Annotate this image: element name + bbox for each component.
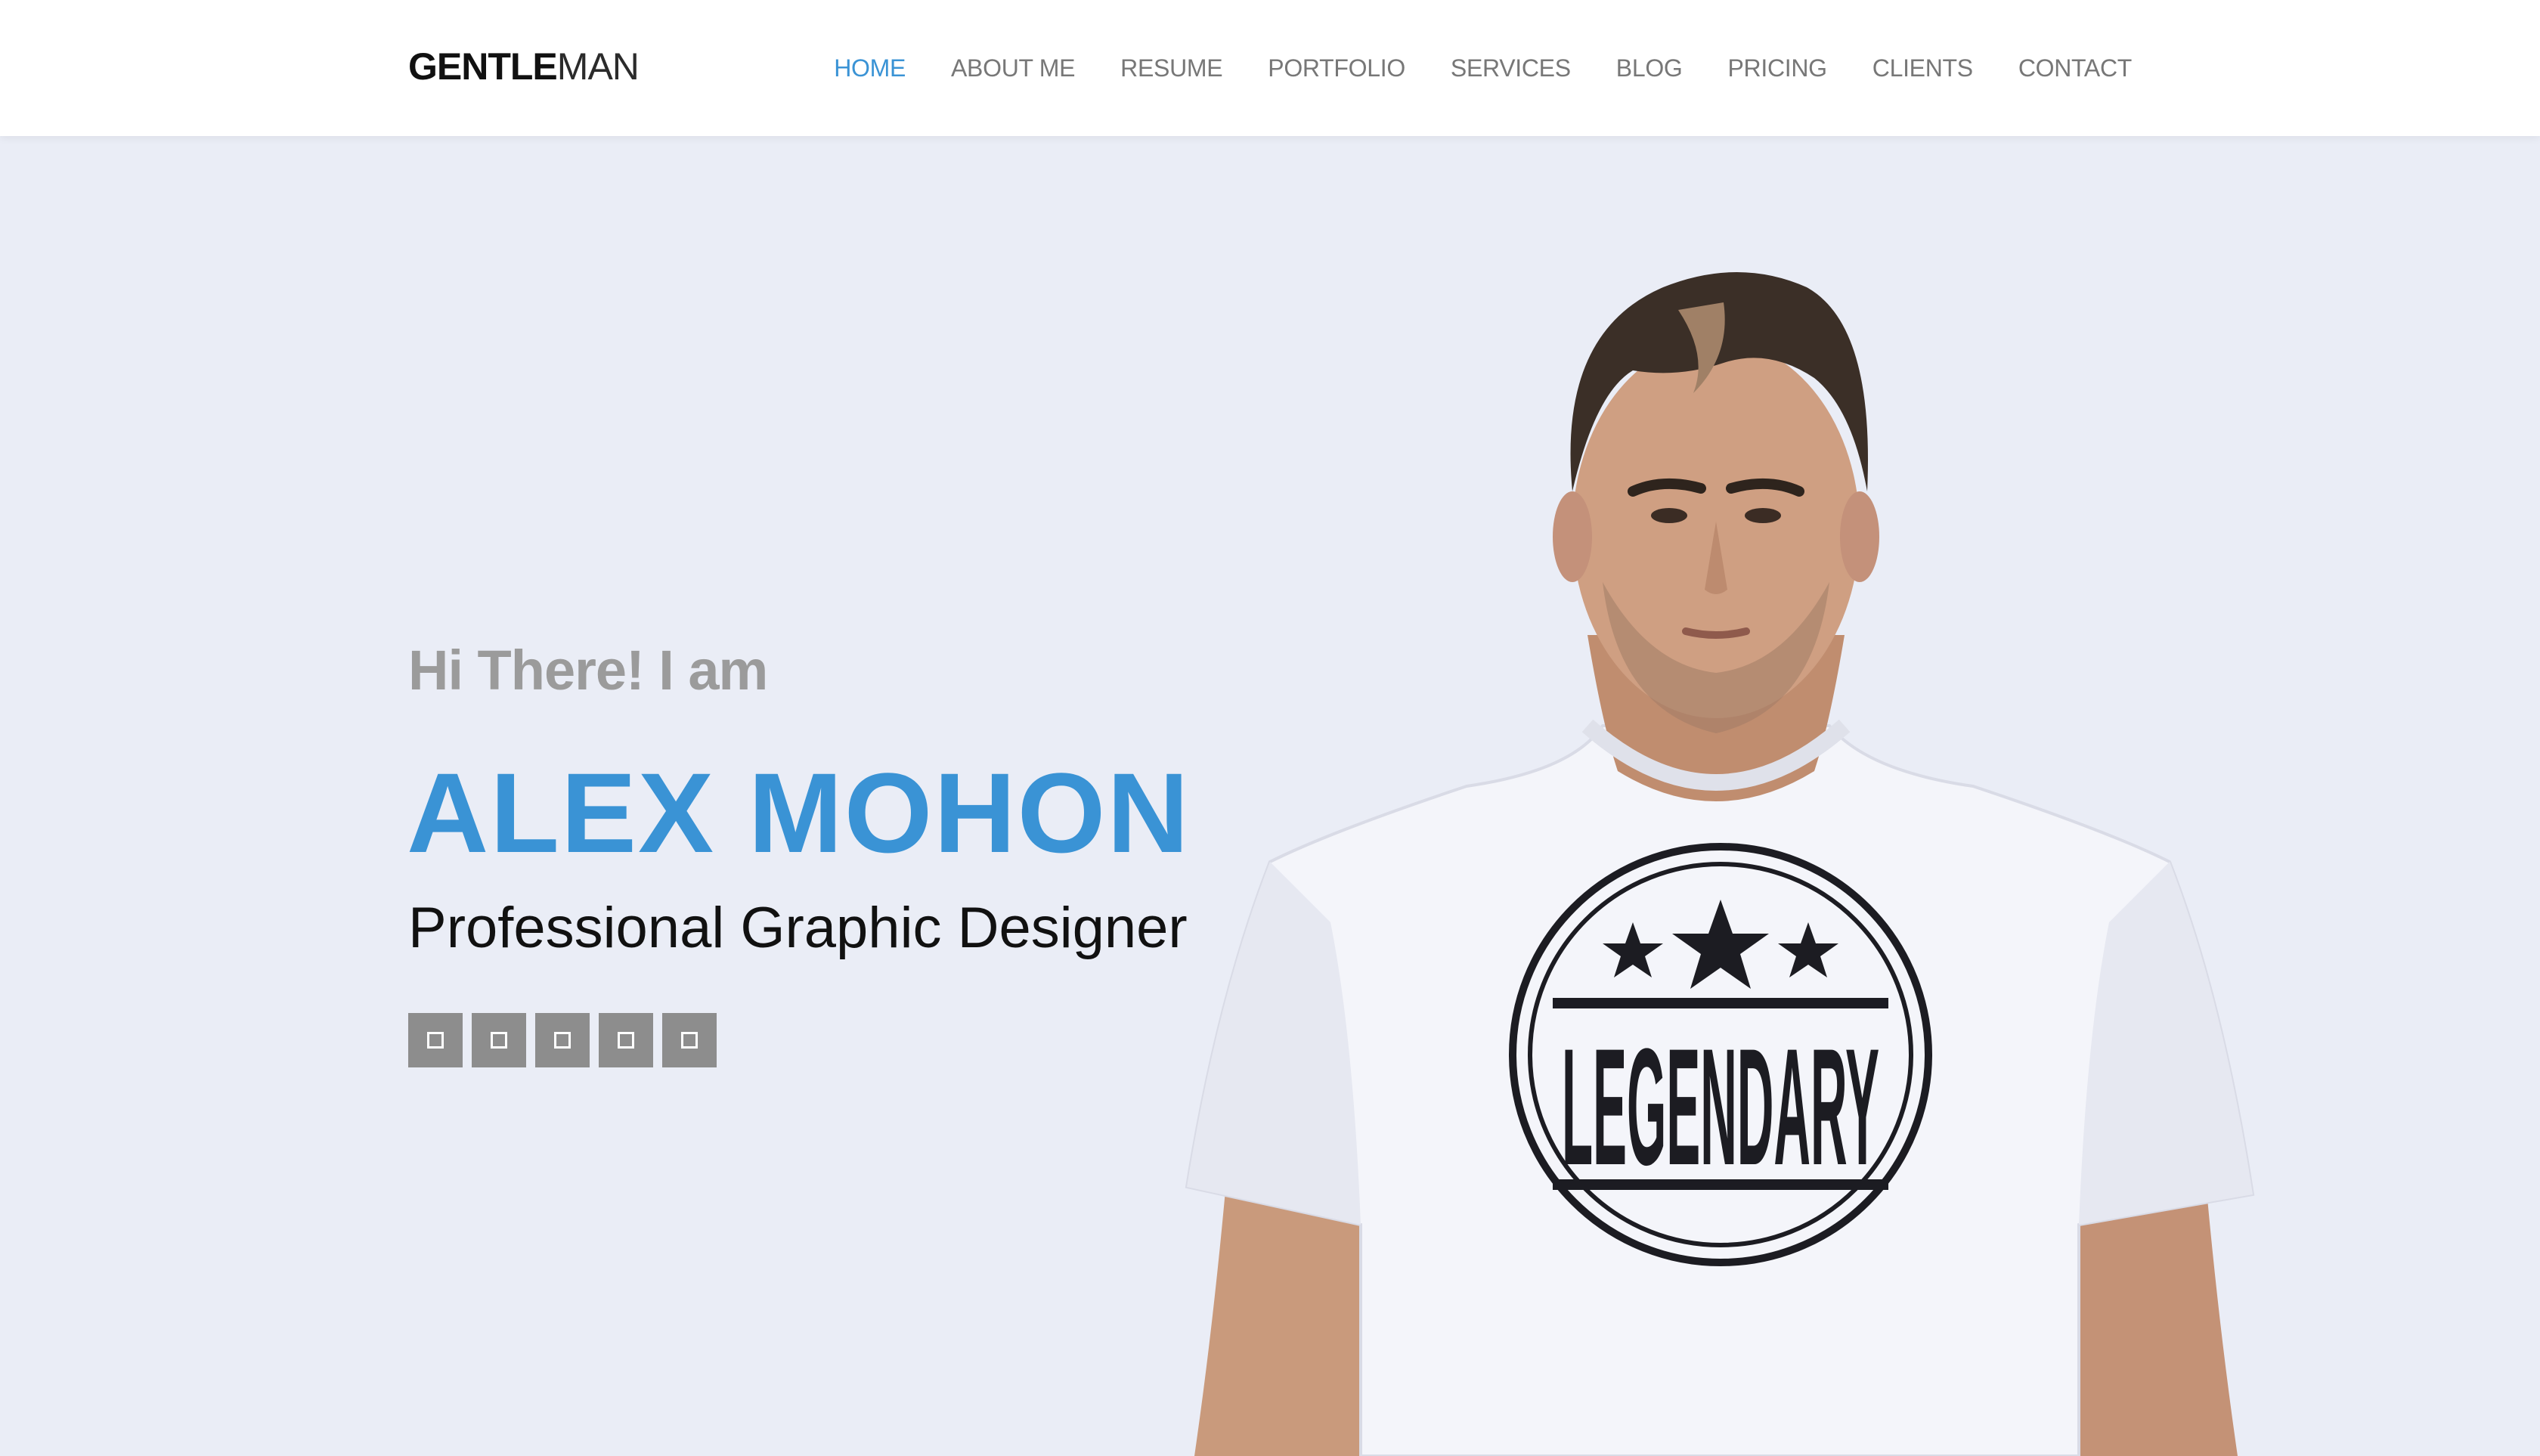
nav-item-resume[interactable]: RESUME: [1120, 51, 1222, 85]
social-links: [408, 1013, 717, 1067]
social-icon-5[interactable]: [662, 1013, 717, 1067]
nav-item-home[interactable]: HOME: [834, 51, 906, 85]
nav-item-contact[interactable]: CONTACT: [2018, 51, 2132, 85]
nav-item-portfolio[interactable]: PORTFOLIO: [1268, 51, 1405, 85]
site-logo[interactable]: GENTLEMAN: [408, 44, 640, 89]
nav-item-pricing[interactable]: PRICING: [1728, 51, 1828, 85]
nav-item-clients[interactable]: CLIENTS: [1872, 51, 1973, 85]
nav-item-blog[interactable]: BLOG: [1616, 51, 1683, 85]
main-nav: HOME ABOUT ME RESUME PORTFOLIO SERVICES …: [834, 51, 2132, 85]
social-icon-4[interactable]: [599, 1013, 653, 1067]
nav-item-about-me[interactable]: ABOUT ME: [951, 51, 1075, 85]
hero-name: ALEX MOHON: [407, 749, 1191, 876]
social-icon-1[interactable]: [408, 1013, 463, 1067]
hero-role: Professional Graphic Designer: [408, 896, 1188, 960]
top-navbar: GENTLEMAN HOME ABOUT ME RESUME PORTFOLIO…: [0, 0, 2540, 136]
hero-intro: Hi There! I am: [408, 639, 768, 702]
social-icon-2[interactable]: [472, 1013, 526, 1067]
logo-bold-part: GENTLE: [408, 45, 558, 88]
nav-item-services[interactable]: SERVICES: [1451, 51, 1571, 85]
hero-section: Hi There! I am ALEX MOHON Professional G…: [0, 136, 2540, 1456]
hero-portrait-image: LEGENDARY: [1185, 272, 2255, 1456]
shirt-print-text: LEGENDARY: [1562, 1014, 1879, 1200]
social-icon-3[interactable]: [535, 1013, 590, 1067]
logo-light-part: MAN: [556, 45, 640, 88]
